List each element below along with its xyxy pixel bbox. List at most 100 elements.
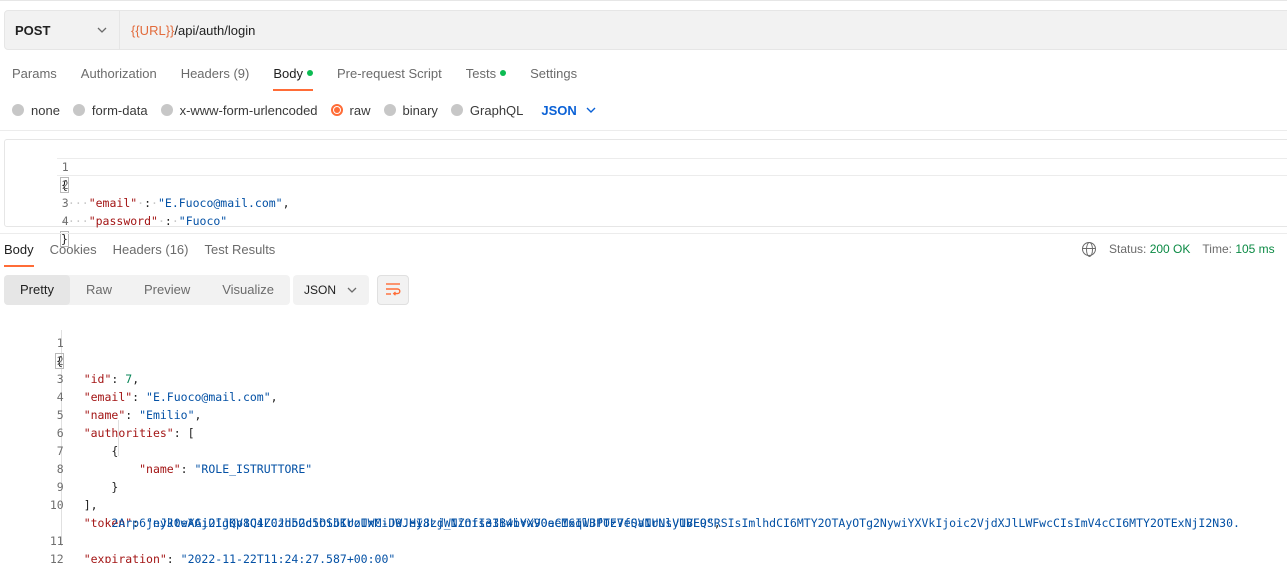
tab-count: (16)	[165, 242, 189, 257]
tab-label: Pre-request Script	[336, 66, 442, 81]
tab-label: Params	[12, 66, 57, 81]
code-content: "name": "ROLE_ISTRUTTORE"	[139, 462, 313, 476]
code-content: ····"password"·:·"Fuoco"	[61, 214, 228, 228]
code-content: {	[56, 444, 119, 458]
code-line: 3 ····"password"·:·"Fuoco"	[5, 176, 227, 228]
time-value[interactable]: 105 ms	[1235, 242, 1274, 256]
tab-headers[interactable]: Headers (9)	[181, 65, 250, 91]
json-key: "expiration"	[83, 552, 167, 563]
code-line: 4 }	[5, 194, 69, 247]
code-content: 2Arp6jnJktwAGj2IgQp8C4Z0zd52d5bSbKroIWC-…	[111, 516, 721, 530]
body-language-select[interactable]: JSON	[541, 102, 596, 118]
method-select[interactable]: POST	[5, 11, 120, 49]
line-number: 3	[56, 372, 64, 386]
tab-pre-request-script[interactable]: Pre-request Script	[337, 65, 442, 91]
json-key: "email"	[88, 196, 138, 210]
divider	[0, 233, 1287, 234]
current-line-highlight	[57, 158, 1287, 176]
json-key: "authorities"	[83, 426, 174, 440]
tab-label: Headers	[112, 242, 162, 257]
code-content: "email": "E.Fuoco@mail.com",	[83, 390, 278, 404]
code-line: 4 "name": "Emilio",	[0, 370, 202, 422]
line-number: 9	[56, 480, 64, 494]
json-value: "Emilio"	[139, 408, 195, 422]
json-key: "email"	[83, 390, 133, 404]
top-divider	[0, 0, 1287, 1]
request-url-bar: POST {{URL}}/api/auth/login	[4, 10, 1287, 50]
line-number: 5	[56, 408, 64, 422]
view-raw-button[interactable]: Raw	[70, 275, 128, 305]
chevron-down-icon	[586, 104, 596, 116]
tab-response-headers[interactable]: Headers (16)	[113, 241, 189, 267]
tab-settings[interactable]: Settings	[530, 65, 577, 91]
tab-label: Cookies	[49, 242, 97, 257]
code-line: 1 {	[5, 140, 69, 193]
radio-label: raw	[349, 102, 371, 118]
radio-label: GraphQL	[469, 102, 524, 118]
code-content: }	[56, 480, 119, 494]
tab-count: (9)	[233, 66, 250, 81]
tab-body[interactable]: Body	[273, 65, 313, 91]
tab-label: Body	[4, 242, 34, 257]
code-line: 5 "authorities": [	[0, 388, 195, 440]
line-number: 8	[56, 462, 64, 476]
tab-test-results[interactable]: Test Results	[205, 241, 276, 267]
code-line: 3 "email": "E.Fuoco@mail.com",	[0, 352, 278, 404]
json-key: "id"	[83, 372, 112, 386]
radio-form-data[interactable]: form-data	[72, 103, 148, 118]
tab-tests[interactable]: Tests	[466, 65, 507, 91]
tab-params[interactable]: Params	[12, 65, 57, 91]
radio-label: none	[31, 102, 60, 118]
radio-none[interactable]: none	[12, 103, 60, 118]
url-input[interactable]: {{URL}}/api/auth/login	[120, 23, 255, 38]
view-visualize-button[interactable]: Visualize	[206, 275, 290, 305]
json-key: "password"	[88, 214, 158, 228]
code-content: ····"email"·:·"E.Fuoco@mail.com",	[61, 196, 290, 210]
radio-circle-icon	[450, 104, 463, 116]
line-number: 1	[61, 160, 69, 174]
view-pretty-button[interactable]: Pretty	[4, 275, 70, 305]
code-line: 1 {	[0, 316, 64, 369]
json-value: "2022-11-22T11:24:27.587+00:00"	[180, 552, 396, 563]
radio-circle-icon	[72, 104, 85, 116]
tab-response-body[interactable]: Body	[4, 241, 34, 267]
radio-circle-icon	[383, 104, 396, 116]
status-value[interactable]: 200 OK	[1150, 242, 1191, 256]
view-mode-group: Pretty Raw Preview Visualize	[4, 275, 291, 305]
code-content: "name": "Emilio",	[83, 408, 202, 422]
line-number: 11	[49, 534, 64, 548]
line-number: 10	[49, 498, 64, 512]
tab-cookies[interactable]: Cookies	[50, 241, 97, 267]
tab-authorization[interactable]: Authorization	[81, 65, 157, 91]
line-number: 2	[61, 178, 69, 192]
language-label: JSON	[541, 102, 577, 118]
radio-raw[interactable]: raw	[330, 102, 371, 118]
code-line-wrapped: 2Arp6jnJktwAGj2IgQp8C4Z0zd52d5bSbKroIWC-…	[0, 496, 720, 530]
response-body-viewer[interactable]: 1 { 2 "id": 7, 3 "email": "E.Fuoco@mail.…	[0, 316, 1287, 563]
json-value: "Fuoco"	[178, 214, 228, 228]
line-number: 1	[56, 336, 64, 350]
method-label: POST	[15, 22, 51, 38]
request-body-editor[interactable]: 1 { 2 ····"email"·:·"E.Fuoco@mail.com", …	[4, 139, 1287, 247]
view-preview-button[interactable]: Preview	[128, 275, 206, 305]
body-type-selector: none form-data x-www-form-urlencoded raw…	[12, 101, 596, 119]
json-value: "E.Fuoco@mail.com"	[146, 390, 271, 404]
code-line: 11 "expiration": "2022-11-22T11:24:27.58…	[0, 514, 395, 563]
globe-icon[interactable]	[1082, 242, 1096, 257]
code-line: 10 "token": "eyJ0eXAiOiJKV1QiLCJhbGciOiJ…	[0, 478, 1240, 530]
radio-label: binary	[402, 102, 438, 118]
wrap-lines-button[interactable]	[377, 275, 409, 305]
json-value: "E.Fuoco@mail.com"	[157, 196, 283, 210]
json-value: 2Arp6jnJktwAGj2IgQp8C4Z0zd52d5bSbKroIWC-…	[111, 516, 714, 530]
code-line: 6 {	[0, 406, 119, 458]
radio-x-www-form-urlencoded[interactable]: x-www-form-urlencoded	[160, 103, 318, 118]
chevron-down-icon	[347, 284, 357, 296]
line-number: 7	[56, 444, 64, 458]
code-line: 8 }	[0, 442, 119, 494]
response-format-select[interactable]: JSON	[293, 275, 369, 305]
json-key: "name"	[139, 462, 181, 476]
radio-graphql[interactable]: GraphQL	[450, 102, 524, 118]
code-content: "id": 7,	[83, 372, 140, 386]
chevron-down-icon	[97, 24, 107, 36]
radio-binary[interactable]: binary	[383, 102, 438, 118]
